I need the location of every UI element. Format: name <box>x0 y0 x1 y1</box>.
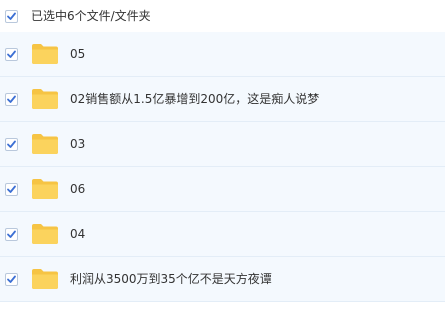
list-item-folder[interactable]: 04 <box>0 212 445 257</box>
selection-header: 已选中6个文件/文件夹 <box>0 0 445 32</box>
item-checkbox[interactable] <box>5 93 18 106</box>
list-item-folder[interactable]: 03 <box>0 122 445 167</box>
checkmark-icon <box>7 230 16 238</box>
checkmark-icon <box>7 12 16 20</box>
item-name: 03 <box>70 137 86 151</box>
select-all-checkbox[interactable] <box>5 10 18 23</box>
list-item-folder[interactable]: 02销售额从1.5亿暴增到200亿，这是痴人说梦 <box>0 77 445 122</box>
folder-icon <box>31 223 59 245</box>
item-name: 利润从3500万到35个亿不是天方夜谭 <box>70 272 272 286</box>
folder-icon <box>31 43 59 65</box>
item-name: 02销售额从1.5亿暴增到200亿，这是痴人说梦 <box>70 92 320 106</box>
checkmark-icon <box>7 95 16 103</box>
item-name: 04 <box>70 227 86 241</box>
folder-icon <box>31 178 59 200</box>
item-name: 06 <box>70 182 86 196</box>
item-checkbox[interactable] <box>5 273 18 286</box>
item-name: 05 <box>70 47 86 61</box>
item-checkbox[interactable] <box>5 138 18 151</box>
checkmark-icon <box>7 140 16 148</box>
checkmark-icon <box>7 185 16 193</box>
checkmark-icon <box>7 275 16 283</box>
selection-count-text: 已选中6个文件/文件夹 <box>31 9 151 23</box>
folder-icon <box>31 88 59 110</box>
item-checkbox[interactable] <box>5 183 18 196</box>
file-list-panel: 已选中6个文件/文件夹 05 02销售额从1.5亿暴增到200亿，这是痴人说梦 <box>0 0 445 329</box>
folder-icon <box>31 268 59 290</box>
item-checkbox[interactable] <box>5 228 18 241</box>
list-item-folder[interactable]: 06 <box>0 167 445 212</box>
folder-icon <box>31 133 59 155</box>
list-item-folder[interactable]: 利润从3500万到35个亿不是天方夜谭 <box>0 257 445 302</box>
file-list: 05 02销售额从1.5亿暴增到200亿，这是痴人说梦 03 06 04 利润从… <box>0 32 445 302</box>
checkmark-icon <box>7 50 16 58</box>
list-item-folder[interactable]: 05 <box>0 32 445 77</box>
item-checkbox[interactable] <box>5 48 18 61</box>
